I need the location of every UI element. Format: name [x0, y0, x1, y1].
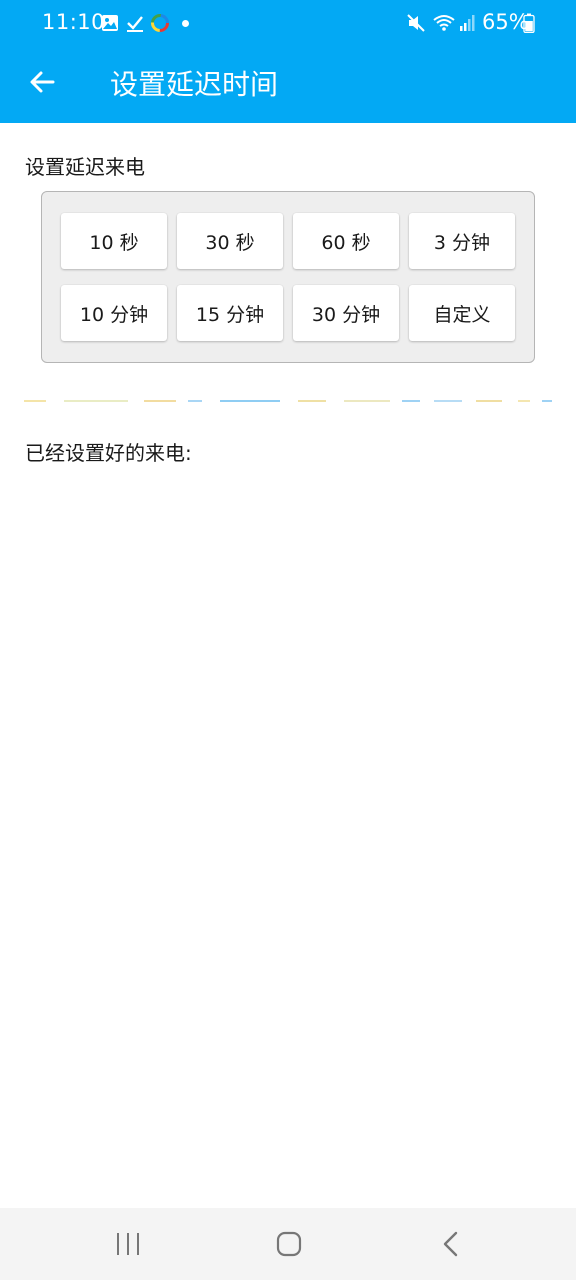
page-title: 设置延迟时间 [110, 68, 279, 101]
recent-apps-icon[interactable] [98, 1222, 158, 1266]
check-icon [125, 12, 145, 34]
top-header: 11:10 65% 设置延迟时间 [0, 0, 576, 123]
wifi-calling-icon [431, 12, 457, 34]
configured-calls-label: 已经设置好的来电: [25, 441, 192, 465]
delay-option-10min[interactable]: 10 分钟 [61, 285, 167, 341]
delay-options-panel: 10 秒 30 秒 60 秒 3 分钟 10 分钟 15 分钟 30 分钟 自定… [41, 191, 535, 363]
delay-section-label: 设置延迟来电 [25, 155, 145, 179]
home-icon[interactable] [259, 1222, 319, 1266]
app-bar: 设置延迟时间 [0, 46, 576, 123]
section-divider [24, 400, 552, 402]
notification-dot [182, 20, 189, 27]
image-icon [100, 12, 120, 34]
signal-icon [458, 12, 476, 34]
delay-option-10s[interactable]: 10 秒 [61, 213, 167, 269]
delay-option-3min[interactable]: 3 分钟 [409, 213, 515, 269]
delay-option-30s[interactable]: 30 秒 [177, 213, 283, 269]
delay-option-custom[interactable]: 自定义 [409, 285, 515, 341]
delay-option-30min[interactable]: 30 分钟 [293, 285, 399, 341]
status-time: 11:10 [42, 10, 106, 34]
delay-option-15min[interactable]: 15 分钟 [177, 285, 283, 341]
colorful-ring-icon [149, 12, 171, 34]
delay-option-60s[interactable]: 60 秒 [293, 213, 399, 269]
mute-icon [405, 12, 427, 34]
status-bar: 11:10 65% [0, 0, 576, 46]
battery-icon [522, 12, 536, 34]
back-arrow-icon[interactable] [18, 58, 66, 106]
back-icon[interactable] [421, 1222, 481, 1266]
system-nav-bar [0, 1208, 576, 1280]
